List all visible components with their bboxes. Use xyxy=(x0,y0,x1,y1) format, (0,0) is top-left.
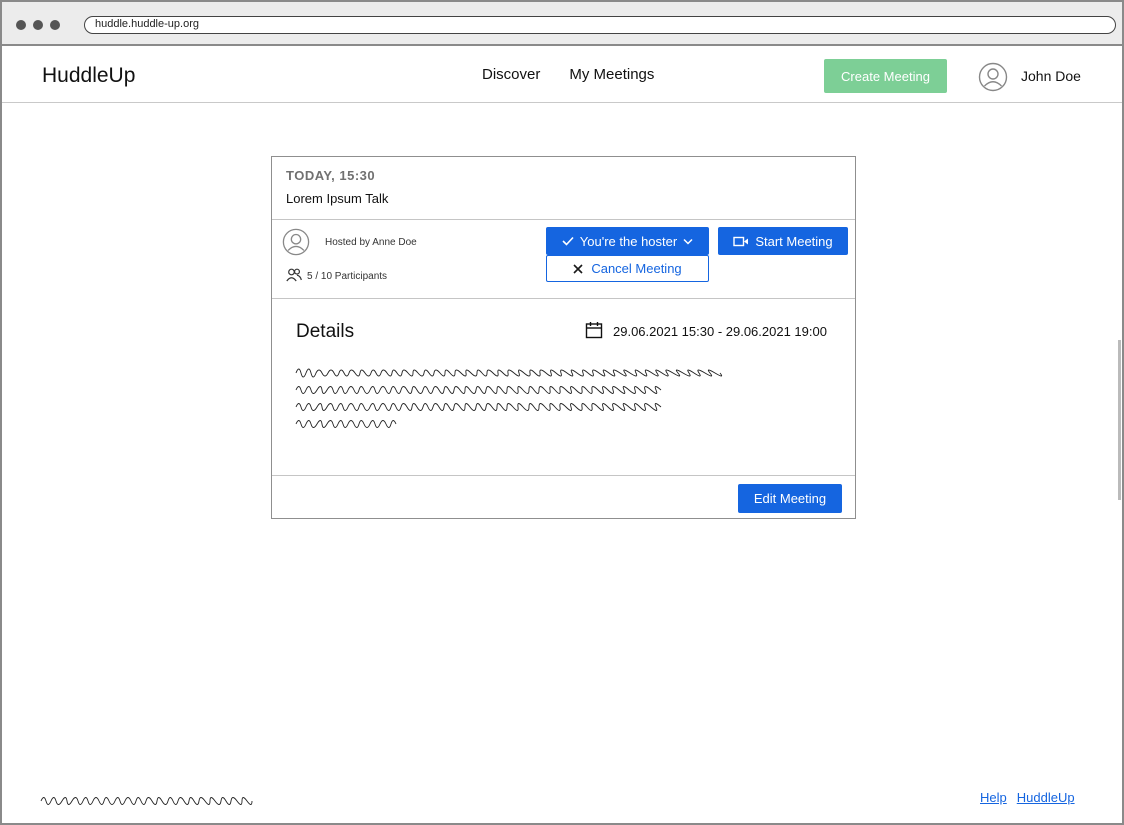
window-maximize-dot[interactable] xyxy=(50,20,60,30)
start-meeting-label: Start Meeting xyxy=(755,233,833,249)
nav-my-meetings[interactable]: My Meetings xyxy=(569,66,654,83)
meeting-title: Lorem Ipsum Talk xyxy=(286,191,389,206)
meeting-card: TODAY, 15:30 Lorem Ipsum Talk Hosted by … xyxy=(271,156,856,519)
main-nav: Discover My Meetings xyxy=(482,66,654,83)
calendar-icon xyxy=(585,322,603,339)
window-controls xyxy=(16,20,60,30)
chevron-down-icon xyxy=(683,238,693,245)
cancel-meeting-label: Cancel Meeting xyxy=(591,261,682,276)
page-scrollbar[interactable] xyxy=(1118,340,1121,500)
check-icon xyxy=(562,236,574,246)
details-title: Details xyxy=(296,321,355,342)
details-section: Details 29.06.2021 15:30 - 29.06.2021 19… xyxy=(272,299,855,476)
footer-help-link[interactable]: Help xyxy=(980,790,1007,805)
create-meeting-button[interactable]: Create Meeting xyxy=(824,59,947,93)
user-avatar-icon[interactable] xyxy=(978,62,1008,92)
description-scribble xyxy=(295,368,723,428)
close-icon xyxy=(573,263,583,274)
edit-meeting-button[interactable]: Edit Meeting xyxy=(738,484,842,513)
hoster-label: You're the hoster xyxy=(579,233,678,249)
participants-icon xyxy=(286,268,302,282)
window-close-dot[interactable] xyxy=(16,20,26,30)
host-label: Hosted by Anne Doe xyxy=(325,237,417,248)
footer-links: Help HuddleUp xyxy=(980,790,1075,805)
meeting-card-header: TODAY, 15:30 Lorem Ipsum Talk xyxy=(272,157,855,220)
hoster-dropdown-button[interactable]: You're the hoster xyxy=(546,227,709,255)
app-logo[interactable]: HuddleUp xyxy=(42,64,135,88)
window-minimize-dot[interactable] xyxy=(33,20,43,30)
host-avatar-icon xyxy=(282,228,310,256)
footer-huddleup-link[interactable]: HuddleUp xyxy=(1017,790,1075,805)
host-section: Hosted by Anne Doe 5 / 10 Participants Y… xyxy=(272,220,855,299)
participants-count: 5 / 10 Participants xyxy=(307,271,388,282)
meeting-date: TODAY, 15:30 xyxy=(286,168,376,183)
nav-discover[interactable]: Discover xyxy=(482,66,540,83)
footer-scribble xyxy=(40,797,253,805)
app-header: HuddleUp Discover My Meetings Create Mee… xyxy=(2,46,1122,103)
browser-toolbar: huddle.huddle-up.org xyxy=(0,0,1124,46)
address-bar[interactable]: huddle.huddle-up.org xyxy=(84,16,1116,34)
user-name[interactable]: John Doe xyxy=(1021,68,1081,84)
video-camera-icon xyxy=(733,236,749,246)
cancel-meeting-button[interactable]: Cancel Meeting xyxy=(546,255,709,282)
start-meeting-button[interactable]: Start Meeting xyxy=(718,227,848,255)
details-dates: 29.06.2021 15:30 - 29.06.2021 19:00 xyxy=(613,324,827,339)
